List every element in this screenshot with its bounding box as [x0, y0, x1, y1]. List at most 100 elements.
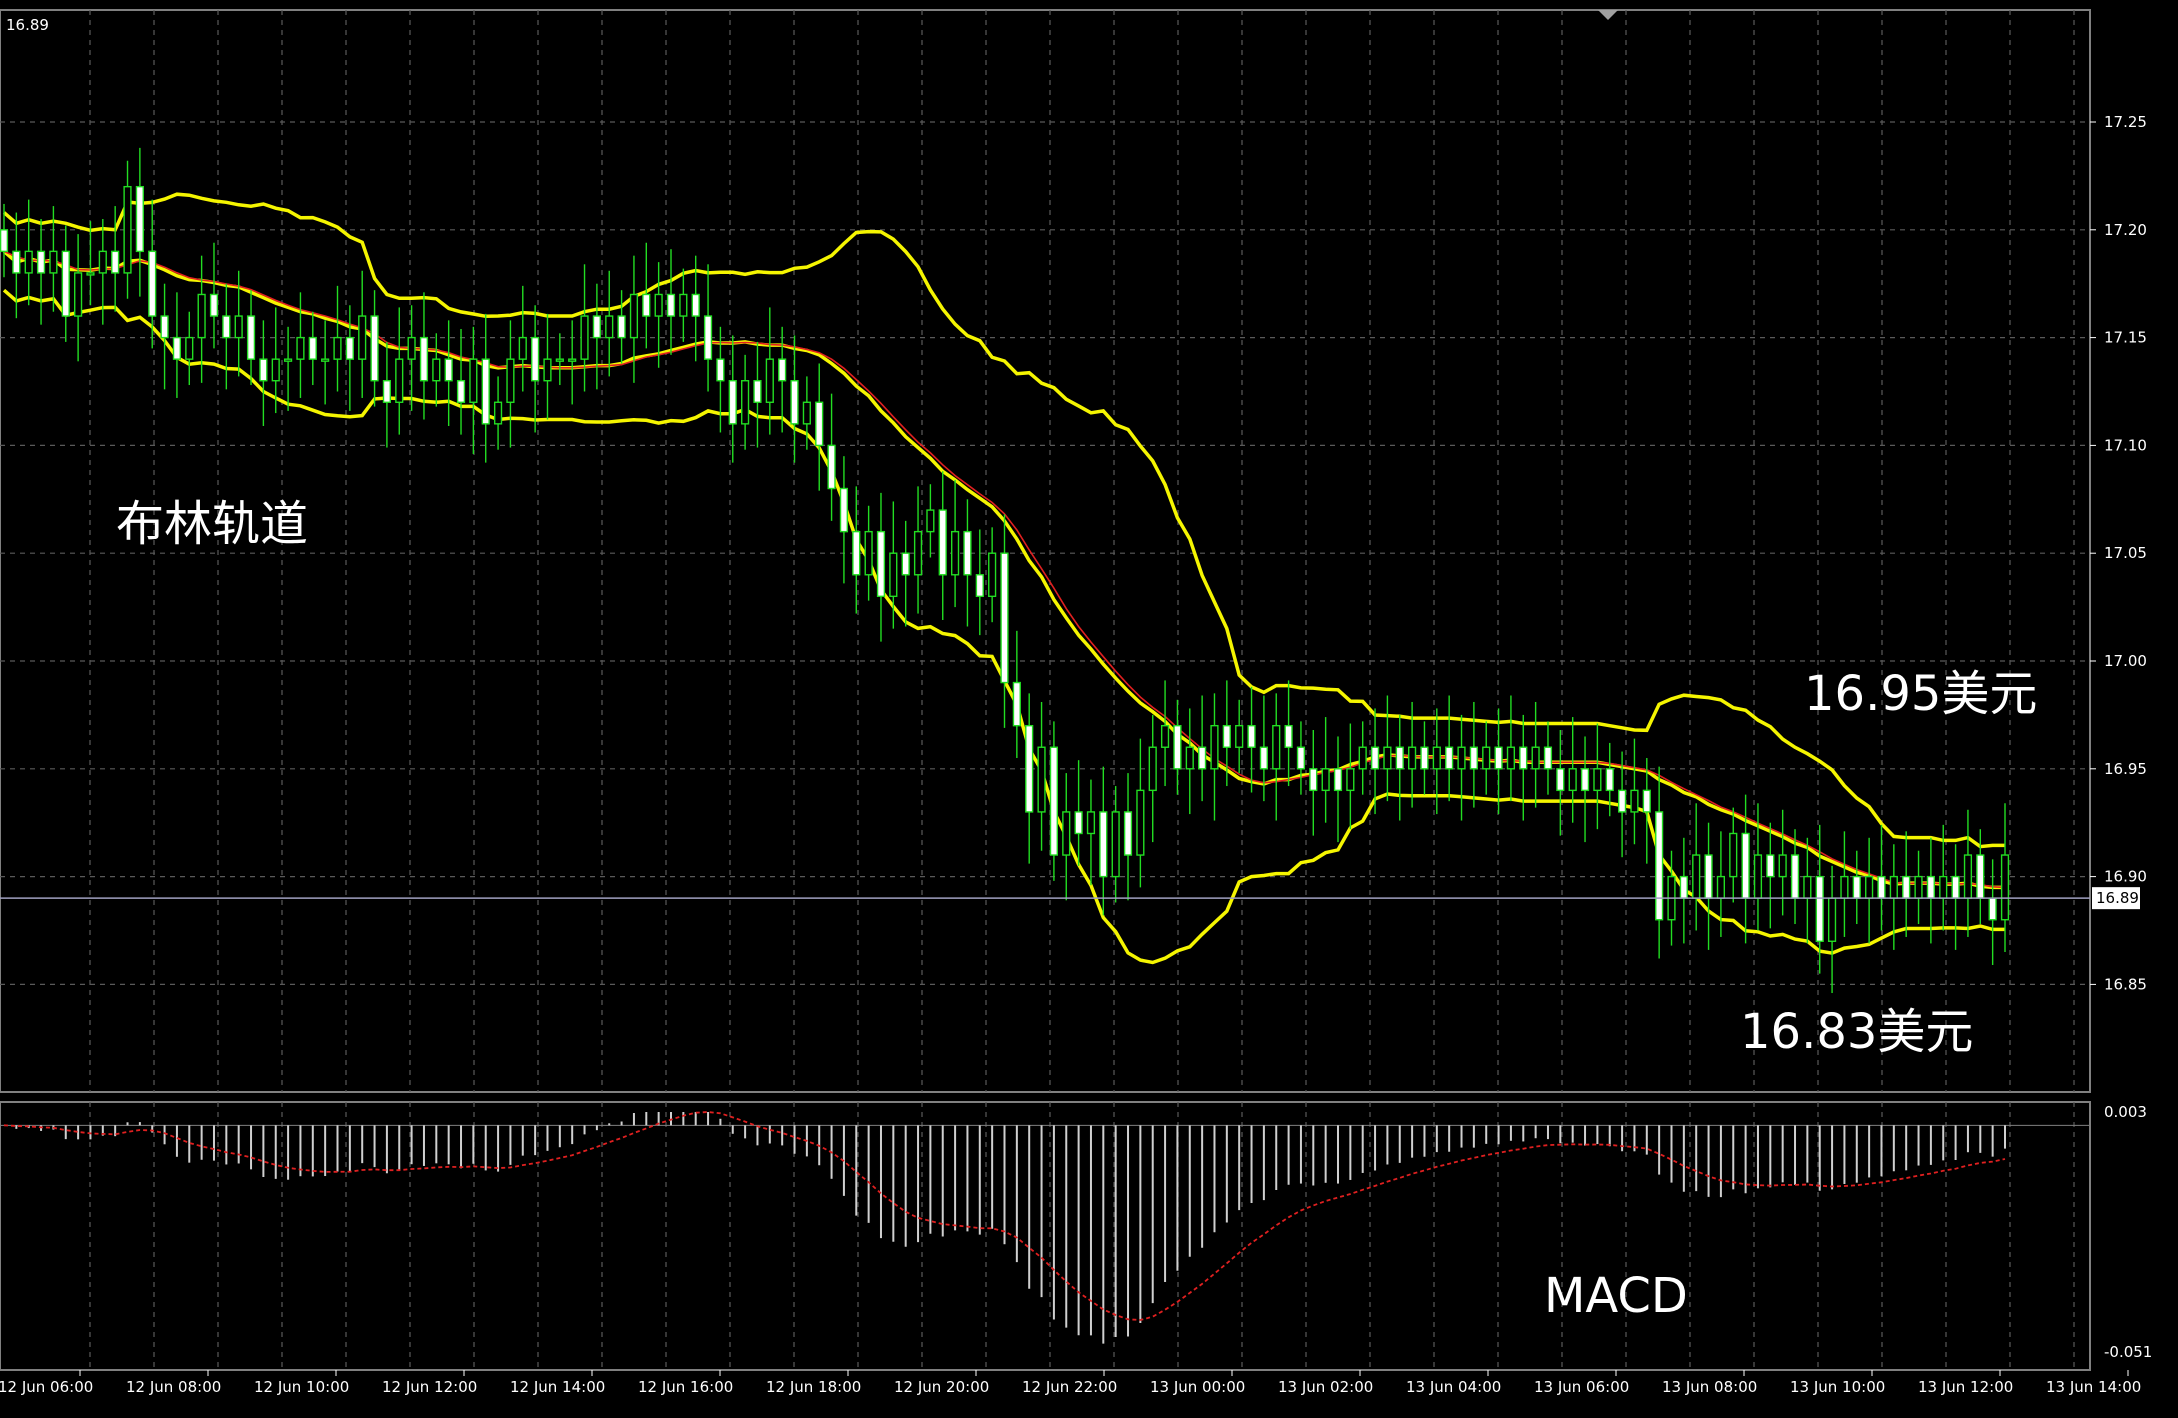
candle-body-up: [283, 358, 293, 362]
candle-body-down: [481, 358, 490, 425]
candle-body-up: [1778, 854, 1787, 878]
candle-body-down: [1259, 746, 1268, 770]
candle-body-down: [617, 315, 626, 339]
candle-body-up: [407, 336, 416, 360]
candle-body-up: [889, 552, 898, 598]
candle-body-up: [1692, 854, 1701, 899]
candle-body-up: [1321, 768, 1330, 792]
candle-body-down: [345, 336, 354, 360]
candle-body-up: [802, 401, 811, 425]
x-tick-label: 12 Jun 22:00: [1022, 1378, 1117, 1396]
x-tick-label: 13 Jun 00:00: [1150, 1378, 1245, 1396]
candle-body-up: [197, 293, 206, 339]
candle-body-down: [148, 250, 157, 317]
x-tick-label: 13 Jun 14:00: [2046, 1378, 2141, 1396]
y-tick-label: 17.25: [2104, 113, 2147, 131]
candle-body-up: [2000, 854, 2010, 921]
candle-body-up: [185, 336, 194, 360]
candle-body-up: [1432, 746, 1441, 770]
candle-body-up: [1062, 811, 1071, 856]
candle-body-down: [370, 315, 379, 382]
candle-body-up: [1963, 854, 1973, 899]
candle-body-up: [1729, 832, 1738, 878]
candle-body-up: [1185, 746, 1194, 770]
candle-body-up: [1840, 875, 1849, 899]
candle-body-down: [1049, 746, 1059, 856]
candle-body-down: [975, 574, 984, 598]
candle-body-down: [259, 358, 268, 382]
candle-body-down: [1420, 746, 1429, 770]
candle-body-down: [1877, 875, 1886, 899]
candle-body-up: [1111, 811, 1120, 878]
candle-body-up: [1827, 897, 1837, 942]
x-tick-label: 12 Jun 14:00: [510, 1378, 605, 1396]
candle-body-down: [852, 530, 861, 576]
x-tick-label: 12 Jun 16:00: [638, 1378, 733, 1396]
candle-body-down: [111, 250, 120, 274]
candle-body-down: [444, 358, 453, 382]
candle-body-up: [1593, 768, 1602, 792]
candle-body-down: [1815, 875, 1824, 942]
candle-body-down: [1642, 789, 1651, 813]
candle-body-down: [1556, 768, 1565, 792]
candle-body-down: [938, 509, 947, 576]
candle-body-down: [1123, 811, 1133, 856]
candle-body-down: [1395, 746, 1404, 770]
bollinger-annotation: 布林轨道: [116, 496, 308, 552]
candle-body-up: [864, 530, 873, 576]
candle-body-up: [333, 336, 342, 360]
x-tick-label: 12 Jun 12:00: [382, 1378, 477, 1396]
candle-body-down: [382, 380, 392, 403]
candle-body-up: [1160, 724, 1170, 748]
candle-body-down: [1198, 746, 1207, 770]
candle-body-down: [1333, 768, 1343, 792]
upper-band-annotation: 16.95美元: [1804, 666, 2037, 722]
candle-body-down: [135, 185, 144, 253]
y-tick-label: 16.85: [2104, 975, 2147, 993]
candle-body-down: [1679, 875, 1688, 899]
candle-body-down: [1025, 724, 1034, 813]
candle-body-down: [1976, 854, 1985, 899]
candle-body-up: [679, 293, 688, 317]
candle-body-down: [592, 315, 601, 339]
candle-body-down: [1741, 832, 1750, 899]
candle-body-down: [815, 401, 824, 447]
candle-body-down: [1704, 854, 1713, 899]
candle-body-down: [1617, 789, 1627, 813]
candle-body-up: [950, 530, 960, 576]
candle-body-up: [1136, 789, 1145, 856]
candle-body-down: [1852, 875, 1861, 899]
candle-body-down: [716, 358, 725, 382]
candle-body-up: [1889, 875, 1898, 899]
candle-body-down: [209, 293, 219, 317]
x-tick-label: 13 Jun 04:00: [1406, 1378, 1501, 1396]
candle-body-down: [963, 530, 972, 576]
candle-body-up: [1482, 746, 1491, 770]
candle-body-up: [629, 293, 639, 339]
candle-body-down: [728, 380, 737, 425]
candle-body-up: [1939, 875, 1948, 899]
candle-body-up: [765, 358, 774, 403]
candle-body-up: [493, 401, 503, 425]
macd-tick-label: -0.051: [2104, 1343, 2152, 1361]
candle-body-down: [1790, 854, 1800, 899]
candle-body-down: [160, 315, 169, 339]
candle-body-up: [654, 293, 663, 317]
candle-body-down: [0, 229, 9, 253]
macd-tick-label: 0.003: [2104, 1103, 2147, 1121]
candle-body-down: [1494, 746, 1503, 770]
candle-body-up: [543, 358, 552, 382]
candle-body-up: [1210, 724, 1219, 770]
candle-body-down: [1309, 768, 1318, 792]
candle-body-up: [741, 380, 750, 425]
y-tick-label: 17.00: [2104, 652, 2147, 670]
candle-body-down: [1173, 724, 1182, 770]
candle-body-up: [988, 552, 997, 598]
candle-body-up: [605, 315, 614, 339]
candle-body-up: [568, 358, 577, 362]
x-tick-label: 13 Jun 12:00: [1918, 1378, 2013, 1396]
candle-body-down: [1469, 746, 1478, 770]
candle-body-down: [172, 336, 182, 360]
candle-body-down: [419, 336, 429, 382]
x-tick-label: 13 Jun 10:00: [1790, 1378, 1885, 1396]
